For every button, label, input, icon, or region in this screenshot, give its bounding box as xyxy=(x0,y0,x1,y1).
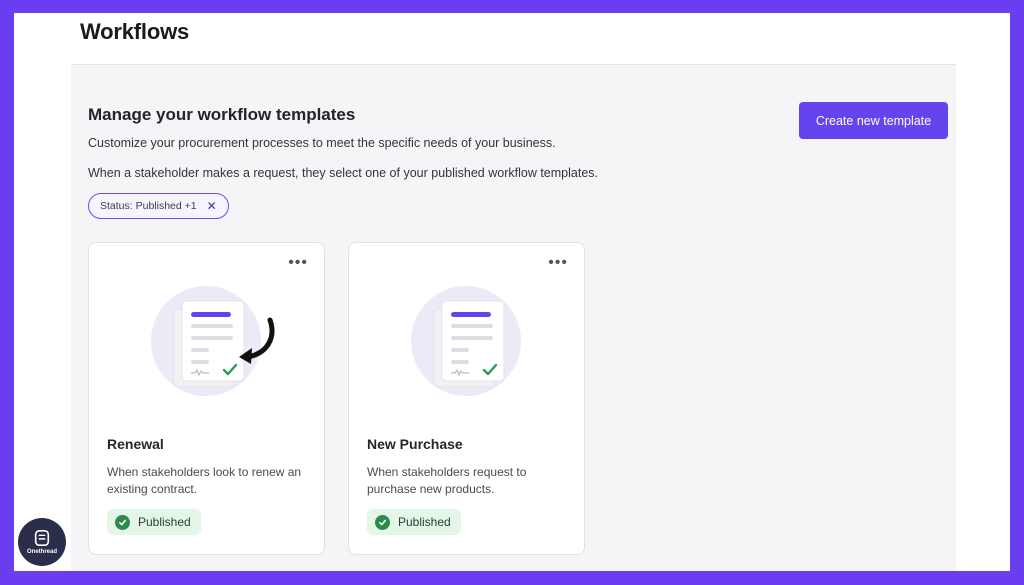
purchase-document-illustration xyxy=(411,286,521,396)
renewal-document-illustration xyxy=(151,286,275,396)
onethread-logo: Onethread xyxy=(18,518,66,566)
page-title: Workflows xyxy=(80,19,190,44)
logo-text: Onethread xyxy=(26,549,57,555)
template-card-new-purchase[interactable]: ••• New Purchase When stakeholders reque… xyxy=(348,242,585,555)
status-badge: Published xyxy=(107,509,201,535)
workflow-templates-panel: Manage your workflow templates Customize… xyxy=(71,64,956,571)
status-label: Published xyxy=(398,515,451,529)
close-icon[interactable]: ✕ xyxy=(207,200,217,212)
status-filter-chip[interactable]: Status: Published +1 ✕ xyxy=(88,193,229,219)
app-window: Workflows Manage your workflow templates… xyxy=(14,13,1010,571)
template-description: When stakeholders request to purchase ne… xyxy=(367,465,527,496)
section-title: Manage your workflow templates xyxy=(88,105,356,124)
status-filter-label: Status: Published +1 xyxy=(100,200,197,212)
template-name: Renewal xyxy=(107,436,164,452)
create-new-template-button[interactable]: Create new template xyxy=(799,102,948,139)
check-circle-icon xyxy=(375,514,390,530)
template-card-renewal[interactable]: ••• Renewal When stakeholders look to re… xyxy=(88,242,325,555)
status-label: Published xyxy=(138,515,191,529)
more-options-icon[interactable]: ••• xyxy=(288,255,308,271)
section-description-1: Customize your procurement processes to … xyxy=(88,136,556,150)
check-circle-icon xyxy=(115,514,130,530)
template-description: When stakeholders look to renew an exist… xyxy=(107,465,302,496)
section-description-2: When a stakeholder makes a request, they… xyxy=(88,166,598,180)
onethread-logo-icon xyxy=(34,529,50,547)
more-options-icon[interactable]: ••• xyxy=(548,255,568,271)
template-name: New Purchase xyxy=(367,436,463,452)
status-badge: Published xyxy=(367,509,461,535)
